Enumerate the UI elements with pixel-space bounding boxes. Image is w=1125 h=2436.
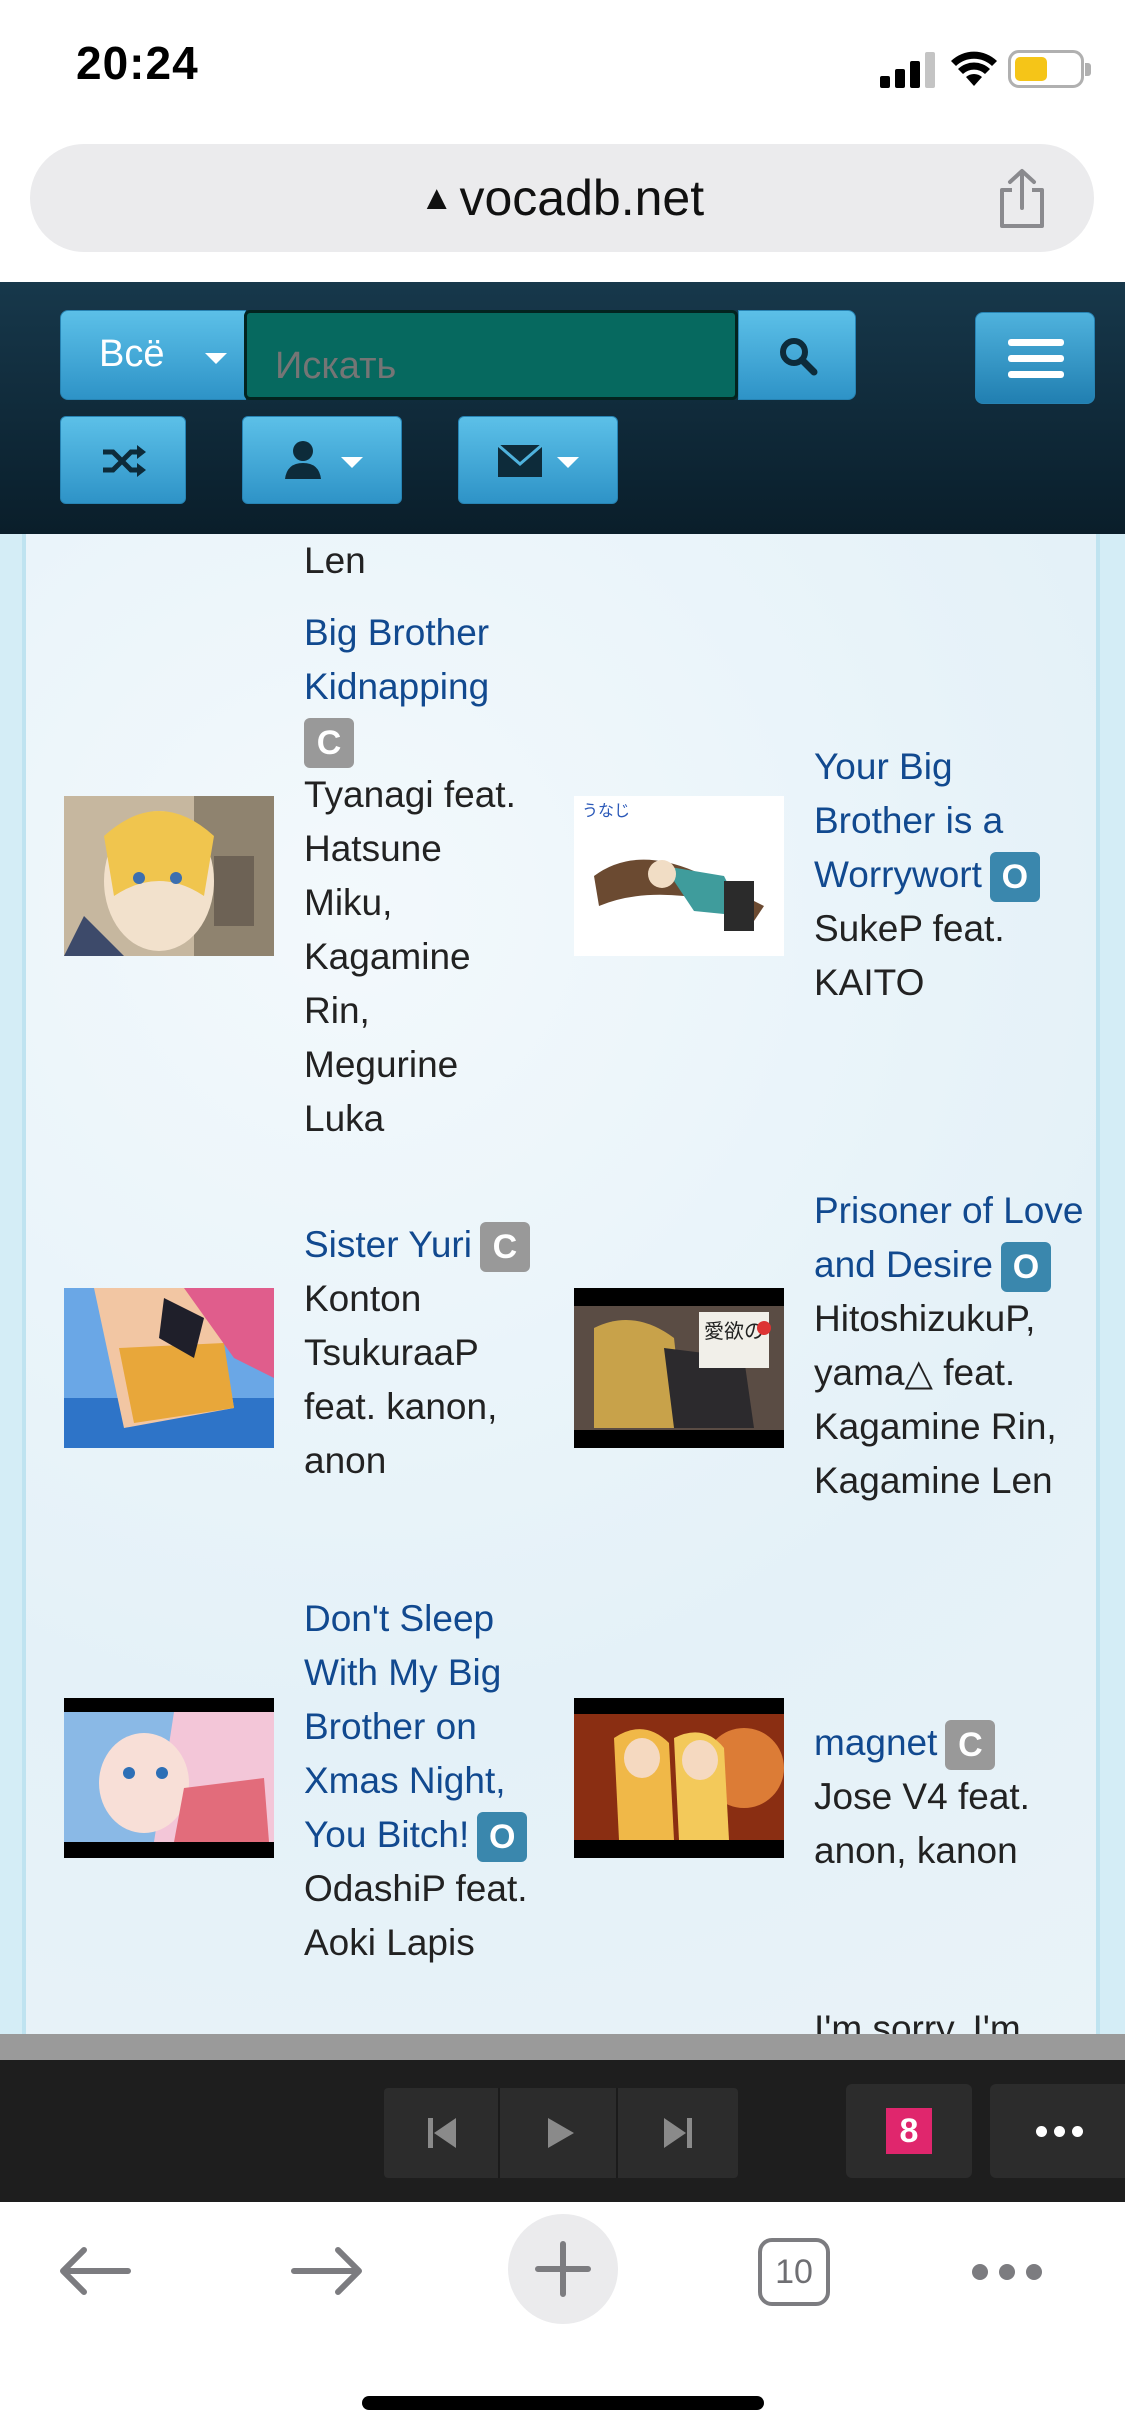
song-artists: Tyanagi feat. Hatsune Miku, Kagamine Rin… <box>304 774 516 1140</box>
song-item: magnet C Jose V4 feat. anon, kanon <box>814 1716 1074 1878</box>
player-more-button[interactable] <box>990 2084 1125 2178</box>
forward-arrow-icon[interactable] <box>290 2246 364 2296</box>
song-thumbnail[interactable] <box>64 1288 274 1448</box>
thumbnail-caption: 愛欲の <box>704 1319 764 1343</box>
play-icon <box>548 2118 574 2148</box>
search-icon <box>780 338 818 376</box>
skip-previous-icon <box>428 2118 456 2148</box>
song-title-link[interactable]: I'm sorry, I'm <box>814 2002 1021 2034</box>
mail-icon <box>497 444 543 477</box>
song-item: Sister Yuri C Konton TsukuraaP feat. kano… <box>304 1218 544 1488</box>
artist-text: Len <box>304 540 366 581</box>
main-menu-button[interactable] <box>975 312 1095 404</box>
song-item: Prisoner of Love and Desire O Hitoshizuku… <box>814 1184 1094 1508</box>
next-button[interactable] <box>620 2088 736 2178</box>
user-menu-button[interactable] <box>242 416 402 504</box>
song-type-badge: O <box>989 852 1040 903</box>
user-icon <box>285 441 321 479</box>
song-artists: OdashiP feat. Aoki Lapis <box>304 1868 528 1964</box>
play-button[interactable] <box>502 2088 618 2178</box>
song-title-link[interactable]: Big Brother Kidnapping <box>304 612 489 707</box>
song-title-link[interactable]: Your Big Brother is a Worrywort <box>814 746 1003 895</box>
caret-down-icon <box>205 353 227 364</box>
player-progress-strip <box>0 2034 1125 2060</box>
warning-icon: ▲ <box>419 179 454 217</box>
song-artists: Konton TsukuraaP feat. kanon, anon <box>304 1278 498 1482</box>
new-tab-button[interactable] <box>508 2214 618 2324</box>
song-list-panel: Len Big Brother Kidnapping C Tyanagi fea… <box>22 534 1100 2034</box>
song-type-badge: O <box>477 1812 528 1863</box>
messages-button[interactable] <box>458 416 618 504</box>
song-title-link[interactable]: Sister Yuri <box>304 1224 472 1265</box>
content-area: Len Big Brother Kidnapping C Tyanagi fea… <box>0 534 1125 2034</box>
search-scope-label: Всё <box>99 333 165 375</box>
song-title-link[interactable]: Don't Sleep With My Big Brother on Xmas … <box>304 1598 506 1855</box>
player-controls <box>384 2088 738 2178</box>
random-button[interactable] <box>60 416 186 504</box>
back-arrow-icon[interactable] <box>58 2246 132 2296</box>
shuffle-icon <box>103 445 146 477</box>
wifi-icon <box>951 51 997 86</box>
status-time: 20:24 <box>76 37 199 89</box>
battery-icon <box>1008 50 1091 88</box>
site-header: Всё <box>0 282 1125 534</box>
media-player-bar: 8 <box>0 2060 1125 2202</box>
caret-down-icon <box>341 457 363 468</box>
song-type-badge: O <box>1000 1242 1051 1293</box>
song-thumbnail[interactable]: 愛欲の <box>574 1288 784 1448</box>
skip-next-icon <box>664 2118 692 2148</box>
song-item: Don't Sleep With My Big Brother on Xmas … <box>304 1592 564 1970</box>
search-input[interactable] <box>244 310 738 400</box>
url-text: vocadb.net <box>459 170 705 226</box>
share-icon[interactable] <box>994 168 1050 230</box>
search-scope-dropdown[interactable]: Всё <box>60 310 246 400</box>
song-type-badge: C <box>945 1720 996 1771</box>
more-options-icon[interactable] <box>972 2264 1042 2280</box>
song-thumbnail[interactable] <box>64 1698 274 1858</box>
player-service-button[interactable]: 8 <box>846 2084 972 2178</box>
signal-icon <box>880 52 936 88</box>
tabs-button[interactable]: 10 <box>758 2238 830 2306</box>
plus-icon <box>535 2241 591 2297</box>
service-logo-icon: 8 <box>886 2108 932 2154</box>
song-type-badge: C <box>479 1222 530 1273</box>
address-bar[interactable]: ▲ vocadb.net <box>30 144 1094 252</box>
thumbnail-caption: うなじ <box>582 801 630 820</box>
song-thumbnail[interactable] <box>64 796 274 956</box>
song-thumbnail[interactable] <box>574 1698 784 1858</box>
previous-button[interactable] <box>384 2088 500 2178</box>
search-button[interactable] <box>738 310 856 400</box>
song-artists: SukeP feat. KAITO <box>814 908 1005 1004</box>
song-item: Your Big Brother is a Worrywort O SukeP f… <box>814 740 1084 1010</box>
home-indicator <box>362 2396 764 2410</box>
caret-down-icon <box>557 457 579 468</box>
song-artists: Jose V4 feat. anon, kanon <box>814 1776 1030 1872</box>
song-item: Big Brother Kidnapping C Tyanagi feat. H… <box>304 606 534 1146</box>
song-thumbnail[interactable]: うなじ <box>574 796 784 956</box>
song-artists: HitoshizukuP, yama△ feat. Kagamine Rin, … <box>814 1298 1057 1502</box>
song-type-badge: C <box>304 718 354 769</box>
song-title-link[interactable]: magnet <box>814 1722 937 1763</box>
status-bar: 20:24 <box>0 0 1125 136</box>
